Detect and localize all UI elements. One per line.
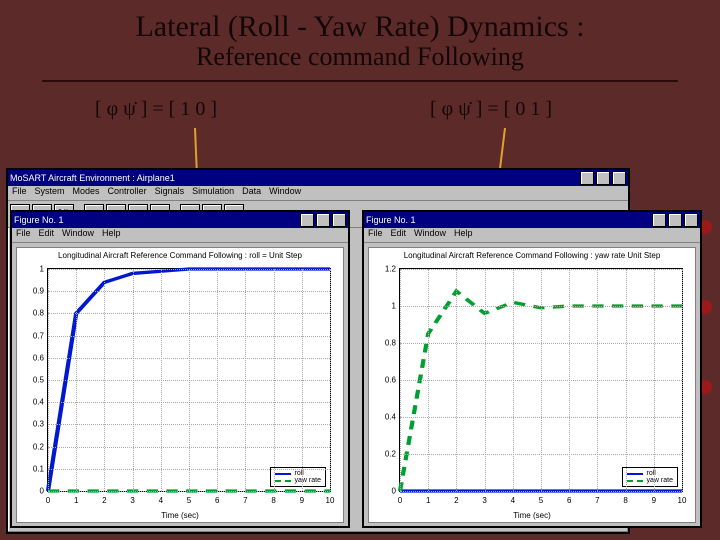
menu-item[interactable]: Window bbox=[62, 228, 94, 242]
menu-item[interactable]: Simulation bbox=[192, 186, 234, 200]
ytick: 0.3 bbox=[20, 420, 44, 429]
ytick: 0 bbox=[20, 487, 44, 496]
ytick: 1 bbox=[372, 301, 396, 310]
ytick: 0.1 bbox=[20, 464, 44, 473]
xtick: 3 bbox=[482, 496, 486, 505]
xlabel: Time (sec) bbox=[369, 511, 695, 520]
axes-right: roll yaw rate 00.20.40.60.811.2012345678… bbox=[399, 268, 683, 492]
ytick: 0.8 bbox=[20, 309, 44, 318]
equation-right: [ φ ψ̇ ] = [ 0 1 ] bbox=[430, 98, 552, 121]
xtick: 5 bbox=[187, 496, 191, 505]
xtick: 8 bbox=[623, 496, 627, 505]
menu-item[interactable]: Help bbox=[454, 228, 473, 242]
maximize-icon[interactable] bbox=[668, 213, 682, 227]
figure-window-left: Figure No. 1 File Edit Window Help Longi… bbox=[10, 210, 350, 528]
ytick: 0.4 bbox=[20, 398, 44, 407]
axes-left: roll yaw rate 00.10.20.30.40.50.60.70.80… bbox=[47, 268, 331, 492]
menu-item[interactable]: Controller bbox=[108, 186, 147, 200]
ytick: 0.9 bbox=[20, 287, 44, 296]
sim-menubar: File System Modes Controller Signals Sim… bbox=[8, 186, 628, 201]
xtick: 9 bbox=[652, 496, 656, 505]
menu-item[interactable]: Help bbox=[102, 228, 121, 242]
fig-titlebar[interactable]: Figure No. 1 bbox=[12, 212, 348, 228]
fig-menubar: File Edit Window Help bbox=[364, 228, 700, 243]
xtick: 4 bbox=[511, 496, 515, 505]
legend-label: yaw rate bbox=[647, 477, 673, 484]
xtick: 0 bbox=[398, 496, 402, 505]
xtick: 1 bbox=[74, 496, 78, 505]
plot-title: Longitudinal Aircraft Reference Command … bbox=[369, 251, 695, 260]
plot-canvas-left: Longitudinal Aircraft Reference Command … bbox=[16, 247, 344, 523]
menu-item[interactable]: File bbox=[368, 228, 383, 242]
fig-title: Figure No. 1 bbox=[366, 215, 650, 225]
ytick: 0.2 bbox=[372, 450, 396, 459]
xlabel: Time (sec) bbox=[17, 511, 343, 520]
close-icon[interactable] bbox=[684, 213, 698, 227]
xtick: 6 bbox=[567, 496, 571, 505]
title-main: Lateral (Roll - Yaw Rate) Dynamics : bbox=[40, 10, 680, 44]
minimize-icon[interactable] bbox=[580, 171, 594, 185]
title-block: Lateral (Roll - Yaw Rate) Dynamics : Ref… bbox=[40, 10, 680, 72]
xtick: 3 bbox=[130, 496, 134, 505]
fig-menubar: File Edit Window Help bbox=[12, 228, 348, 243]
menu-item[interactable]: Signals bbox=[155, 186, 185, 200]
ytick: 0.6 bbox=[372, 376, 396, 385]
xtick: 5 bbox=[539, 496, 543, 505]
ytick: 0.4 bbox=[372, 412, 396, 421]
minimize-icon[interactable] bbox=[300, 213, 314, 227]
ytick: 0.8 bbox=[372, 338, 396, 347]
figure-window-right: Figure No. 1 File Edit Window Help Longi… bbox=[362, 210, 702, 528]
ytick: 0.2 bbox=[20, 442, 44, 451]
menu-item[interactable]: Edit bbox=[391, 228, 407, 242]
xtick: 8 bbox=[271, 496, 275, 505]
ytick: 0.6 bbox=[20, 353, 44, 362]
xtick: 0 bbox=[46, 496, 50, 505]
menu-item[interactable]: File bbox=[16, 228, 31, 242]
legend-label: yaw rate bbox=[295, 477, 321, 484]
xtick: 2 bbox=[454, 496, 458, 505]
xtick: 6 bbox=[215, 496, 219, 505]
xtick: 7 bbox=[595, 496, 599, 505]
xtick: 7 bbox=[243, 496, 247, 505]
close-icon[interactable] bbox=[332, 213, 346, 227]
xtick: 2 bbox=[102, 496, 106, 505]
xtick: 10 bbox=[678, 496, 687, 505]
ytick: 0.5 bbox=[20, 376, 44, 385]
title-sub: Reference command Following bbox=[40, 42, 680, 72]
xtick: 1 bbox=[426, 496, 430, 505]
ytick: 1 bbox=[20, 265, 44, 274]
ytick: 0 bbox=[372, 487, 396, 496]
maximize-icon[interactable] bbox=[596, 171, 610, 185]
close-icon[interactable] bbox=[612, 171, 626, 185]
minimize-icon[interactable] bbox=[652, 213, 666, 227]
xtick: 4 bbox=[159, 496, 163, 505]
sim-title: MoSART Aircraft Environment : Airplane1 bbox=[10, 173, 578, 183]
ytick: 1.2 bbox=[372, 265, 396, 274]
menu-item[interactable]: Data bbox=[242, 186, 261, 200]
equation-left: [ φ ψ̇ ] = [ 1 0 ] bbox=[95, 98, 217, 121]
ytick: 0.7 bbox=[20, 331, 44, 340]
menu-item[interactable]: File bbox=[12, 186, 27, 200]
fig-title: Figure No. 1 bbox=[14, 215, 298, 225]
legend: roll yaw rate bbox=[622, 467, 678, 487]
plot-canvas-right: Longitudinal Aircraft Reference Command … bbox=[368, 247, 696, 523]
xtick: 10 bbox=[326, 496, 335, 505]
title-underline bbox=[42, 80, 678, 82]
sim-titlebar[interactable]: MoSART Aircraft Environment : Airplane1 bbox=[8, 170, 628, 186]
xtick: 9 bbox=[300, 496, 304, 505]
legend: roll yaw rate bbox=[270, 467, 326, 487]
plot-title: Longitudinal Aircraft Reference Command … bbox=[17, 251, 343, 260]
maximize-icon[interactable] bbox=[316, 213, 330, 227]
fig-titlebar[interactable]: Figure No. 1 bbox=[364, 212, 700, 228]
menu-item[interactable]: Window bbox=[414, 228, 446, 242]
menu-item[interactable]: Edit bbox=[39, 228, 55, 242]
menu-item[interactable]: Modes bbox=[73, 186, 100, 200]
menu-item[interactable]: System bbox=[35, 186, 65, 200]
menu-item[interactable]: Window bbox=[269, 186, 301, 200]
